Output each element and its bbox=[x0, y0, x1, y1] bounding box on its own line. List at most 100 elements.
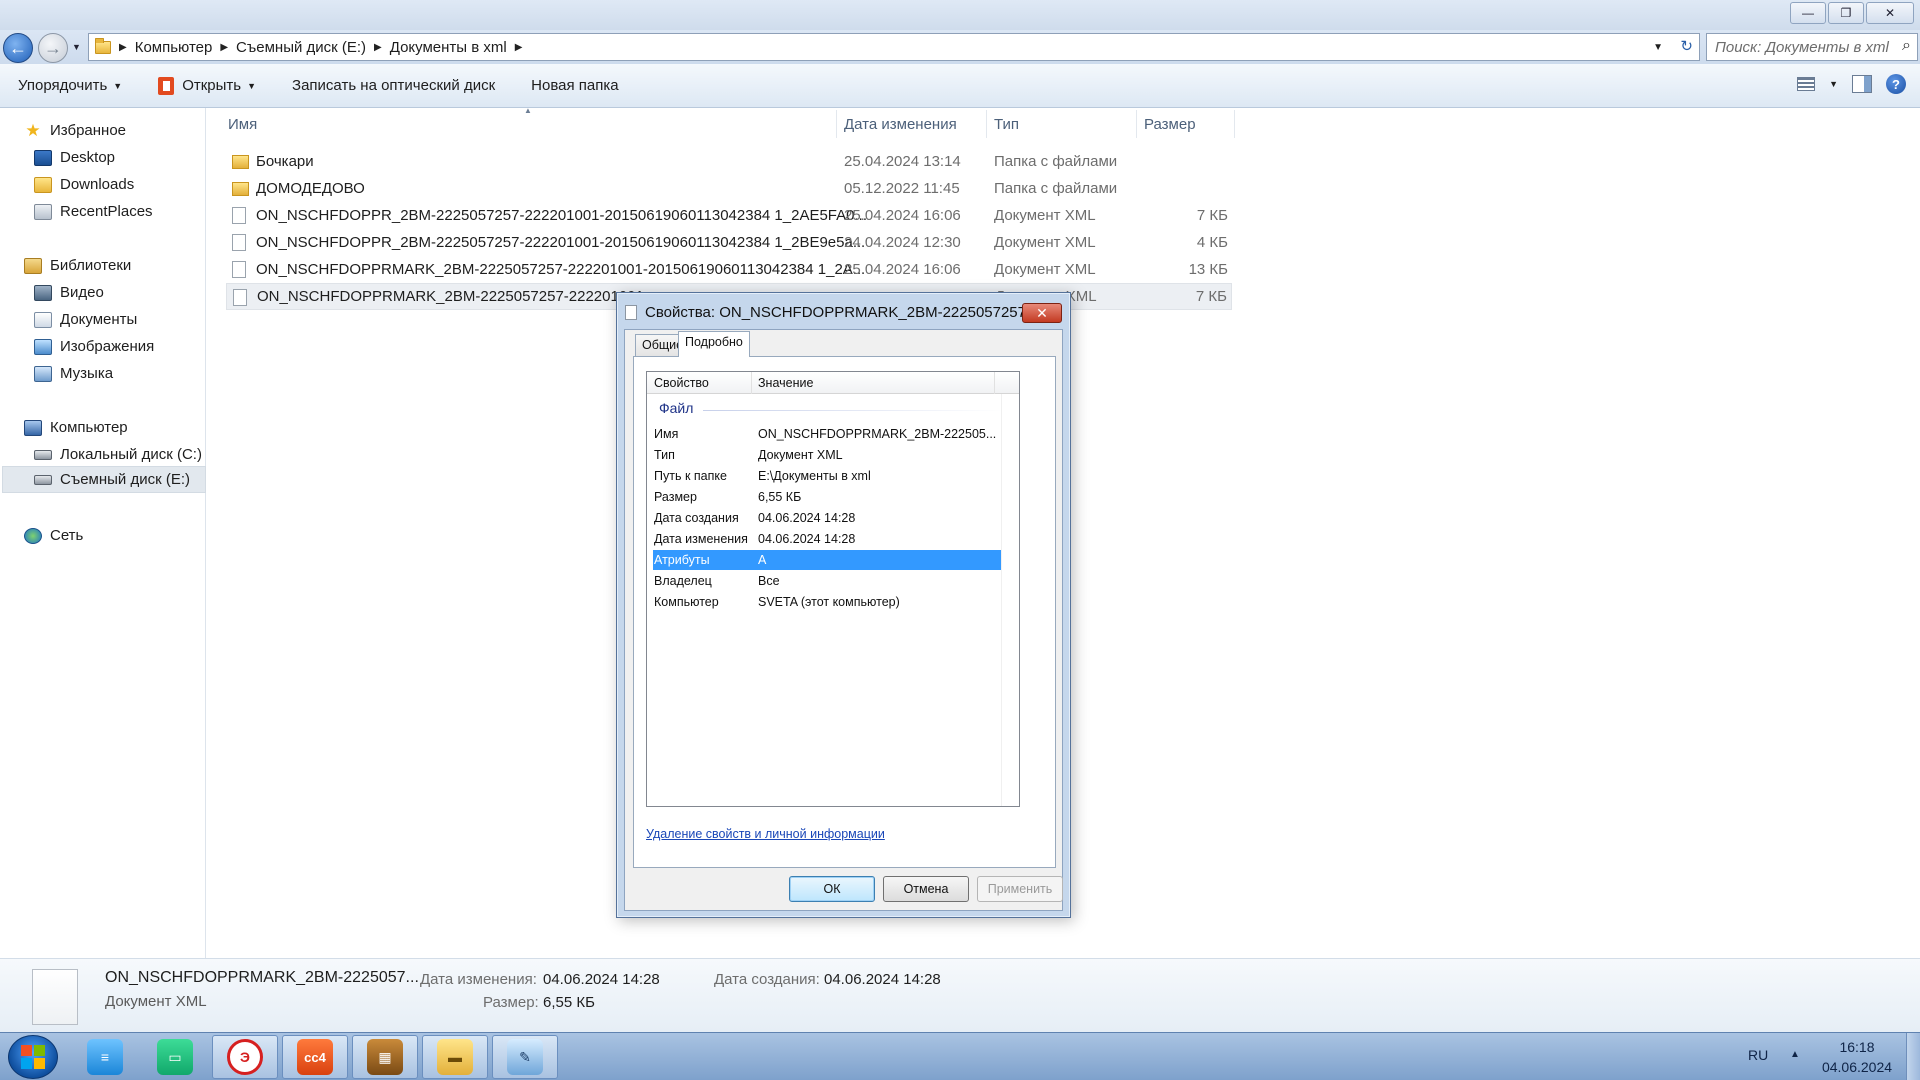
column-header-name[interactable]: Имя bbox=[228, 110, 257, 138]
chevron-right-icon[interactable]: ▶ bbox=[374, 42, 382, 53]
taskbar-app-calculator[interactable]: ▦ bbox=[352, 1035, 418, 1079]
property-value: Документ XML bbox=[758, 448, 843, 462]
nav-computer[interactable]: Компьютер bbox=[24, 414, 228, 441]
nav-local-disk-c[interactable]: Локальный диск (C:) bbox=[34, 441, 238, 468]
column-header-type[interactable]: Тип bbox=[994, 110, 1019, 138]
refresh-icon[interactable]: ↻ bbox=[1680, 37, 1693, 55]
nav-pictures[interactable]: Изображения bbox=[34, 333, 238, 360]
details-created-value[interactable]: 04.06.2024 14:28 bbox=[824, 971, 941, 988]
chevron-right-icon[interactable]: ▶ bbox=[220, 42, 228, 53]
details-modified-value[interactable]: 04.06.2024 14:28 bbox=[543, 971, 660, 988]
ok-button[interactable]: ОК bbox=[789, 876, 875, 902]
taskbar-app-notes[interactable]: ≡ bbox=[72, 1035, 138, 1079]
chevron-right-icon[interactable]: ▶ bbox=[515, 42, 523, 53]
file-row[interactable]: ON_NSCHFDOPPR_2BM-2225057257-222201001-2… bbox=[226, 229, 1232, 256]
apply-button[interactable]: Применить bbox=[977, 876, 1063, 902]
nav-removable-disk-e[interactable]: Съемный диск (E:) bbox=[2, 466, 206, 493]
cancel-button[interactable]: Отмена bbox=[883, 876, 969, 902]
property-key: Размер bbox=[654, 490, 697, 504]
property-row[interactable]: Владелец Все bbox=[653, 571, 1001, 591]
column-divider[interactable] bbox=[994, 372, 995, 394]
taskbar-app-kontur[interactable]: Э bbox=[212, 1035, 278, 1079]
close-window-button[interactable]: ✕ bbox=[1866, 2, 1914, 24]
file-date: 25.04.2024 16:06 bbox=[844, 261, 961, 278]
change-view-icon[interactable] bbox=[1797, 77, 1816, 91]
property-row-selected[interactable]: Атрибуты A bbox=[653, 550, 1001, 570]
maximize-button[interactable]: ❐ bbox=[1828, 2, 1864, 24]
column-header-property[interactable]: Свойство bbox=[654, 376, 709, 390]
column-divider[interactable] bbox=[1234, 110, 1235, 138]
property-list-scrollbar[interactable] bbox=[1001, 394, 1019, 806]
file-row[interactable]: ДОМОДЕДОВО 05.12.2022 11:45 Папка с файл… bbox=[226, 175, 1232, 202]
minimize-button[interactable]: — bbox=[1790, 2, 1826, 24]
file-row[interactable]: ON_NSCHFDOPPRMARK_2BM-2225057257-2222010… bbox=[226, 256, 1232, 283]
property-row[interactable]: Имя ON_NSCHFDOPPRMARK_2BM-222505... bbox=[653, 424, 1001, 444]
breadcrumb-xml-docs[interactable]: Документы в xml bbox=[390, 39, 507, 56]
property-row[interactable]: Дата создания 04.06.2024 14:28 bbox=[653, 508, 1001, 528]
property-value: SVETA (этот компьютер) bbox=[758, 595, 900, 609]
nav-recent-places[interactable]: RecentPlaces bbox=[34, 198, 238, 225]
column-divider[interactable] bbox=[751, 372, 752, 394]
forward-button[interactable]: → bbox=[38, 33, 68, 63]
property-row[interactable]: Дата изменения 04.06.2024 14:28 bbox=[653, 529, 1001, 549]
file-date: 05.12.2022 11:45 bbox=[844, 180, 960, 197]
address-bar[interactable]: ▶ Компьютер ▶ Съемный диск (E:) ▶ Докуме… bbox=[88, 33, 1700, 61]
column-header-size[interactable]: Размер bbox=[1144, 110, 1196, 138]
show-desktop-button[interactable] bbox=[1906, 1033, 1920, 1080]
system-clock[interactable]: 16:18 04.06.2024 bbox=[1818, 1037, 1896, 1077]
property-row[interactable]: Размер 6,55 КБ bbox=[653, 487, 1001, 507]
taskbar-app-messenger[interactable]: ▭ bbox=[142, 1035, 208, 1079]
organize-button[interactable]: Упорядочить ▼ bbox=[0, 77, 140, 94]
property-list[interactable]: Свойство Значение Файл Имя ON_NSCHFDOPPR… bbox=[646, 371, 1020, 807]
property-row[interactable]: Путь к папке E:\Документы в xml bbox=[653, 466, 1001, 486]
file-row[interactable]: Бочкари 25.04.2024 13:14 Папка с файлами bbox=[226, 148, 1232, 175]
address-history-dropdown[interactable]: ▼ bbox=[1653, 42, 1663, 53]
tab-details[interactable]: Подробно bbox=[678, 331, 750, 357]
file-type: Документ XML bbox=[994, 234, 1096, 251]
nav-downloads[interactable]: Downloads bbox=[34, 171, 238, 198]
help-icon[interactable]: ? bbox=[1886, 74, 1906, 94]
column-header-value[interactable]: Значение bbox=[758, 376, 813, 390]
nav-music[interactable]: Музыка bbox=[34, 360, 238, 387]
new-folder-button[interactable]: Новая папка bbox=[513, 77, 636, 94]
dialog-titlebar[interactable]: Свойства: ON_NSCHFDOPPRMARK_2BM-22250572… bbox=[625, 299, 1062, 325]
back-button[interactable]: ← bbox=[3, 33, 33, 63]
search-input[interactable]: Поиск: Документы в xml ⌕ bbox=[1706, 33, 1918, 61]
breadcrumb-computer[interactable]: Компьютер bbox=[135, 39, 213, 56]
column-divider[interactable] bbox=[836, 110, 837, 138]
taskbar-app-cc4[interactable]: cc4 bbox=[282, 1035, 348, 1079]
nav-desktop[interactable]: Desktop bbox=[34, 144, 238, 171]
arrow-right-icon: → bbox=[44, 37, 62, 58]
address-row: ← → ▼ ▶ Компьютер ▶ Съемный диск (E:) ▶ … bbox=[0, 30, 1920, 64]
search-icon[interactable]: ⌕ bbox=[1902, 37, 1911, 55]
nav-video[interactable]: Видео bbox=[34, 279, 238, 306]
caret-down-icon[interactable]: ▼ bbox=[1829, 79, 1838, 89]
nav-favorites[interactable]: ★ Избранное bbox=[24, 117, 228, 144]
file-name: ON_NSCHFDOPPRMARK_2BM-2225057257-2222010… bbox=[257, 288, 644, 305]
caret-down-icon: ▼ bbox=[113, 80, 123, 91]
sort-up-icon: ▲ bbox=[524, 106, 532, 115]
dialog-close-button[interactable]: ✕ bbox=[1022, 303, 1062, 323]
burn-disc-button[interactable]: Записать на оптический диск bbox=[274, 77, 513, 94]
chevron-right-icon[interactable]: ▶ bbox=[119, 42, 127, 53]
taskbar-app-explorer[interactable]: ▬ bbox=[422, 1035, 488, 1079]
recent-pages-dropdown[interactable]: ▼ bbox=[72, 42, 81, 52]
column-header-date[interactable]: Дата изменения bbox=[844, 110, 957, 138]
show-hidden-icons-icon[interactable]: ▲ bbox=[1790, 1049, 1800, 1060]
remove-properties-link[interactable]: Удаление свойств и личной информации bbox=[646, 827, 885, 841]
column-divider[interactable] bbox=[1136, 110, 1137, 138]
nav-libraries[interactable]: Библиотеки bbox=[24, 252, 228, 279]
open-button[interactable]: Открыть ▼ bbox=[140, 76, 274, 95]
column-divider[interactable] bbox=[986, 110, 987, 138]
taskbar-app-notepad[interactable]: ✎ bbox=[492, 1035, 558, 1079]
start-button[interactable] bbox=[8, 1035, 58, 1079]
property-row[interactable]: Тип Документ XML bbox=[653, 445, 1001, 465]
breadcrumb-removable-disk[interactable]: Съемный диск (E:) bbox=[236, 39, 366, 56]
nav-documents[interactable]: Документы bbox=[34, 306, 238, 333]
nav-network[interactable]: Сеть bbox=[24, 522, 228, 549]
property-row[interactable]: Компьютер SVETA (этот компьютер) bbox=[653, 592, 1001, 612]
preview-pane-icon[interactable] bbox=[1852, 75, 1872, 93]
details-tab-panel: Свойство Значение Файл Имя ON_NSCHFDOPPR… bbox=[633, 356, 1056, 868]
language-indicator[interactable]: RU bbox=[1748, 1047, 1768, 1063]
file-row[interactable]: ON_NSCHFDOPPR_2BM-2225057257-222201001-2… bbox=[226, 202, 1232, 229]
